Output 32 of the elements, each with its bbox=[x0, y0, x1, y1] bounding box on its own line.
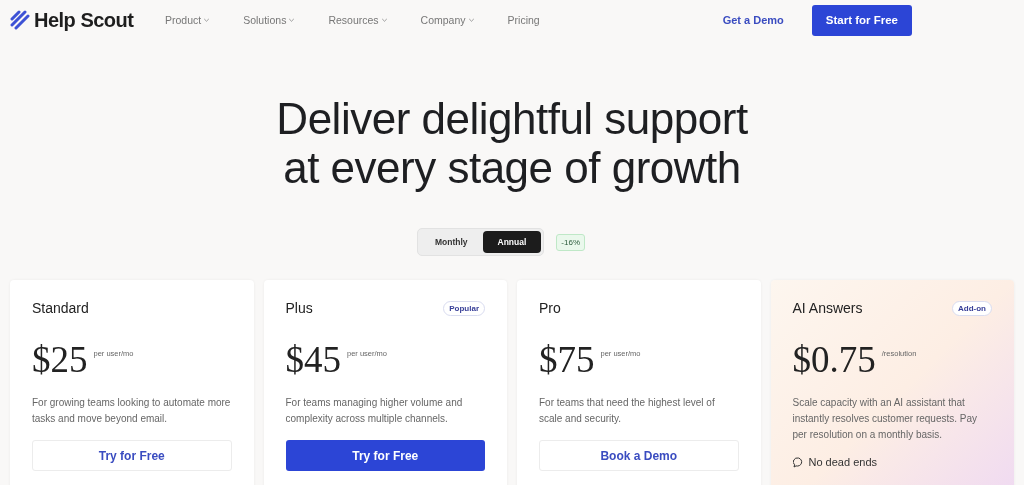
feature-text: No dead ends bbox=[808, 456, 877, 468]
start-button[interactable]: Start for Free bbox=[811, 4, 912, 36]
plan-name: Standard bbox=[32, 300, 89, 316]
billing-option[interactable]: Monthly bbox=[419, 231, 483, 253]
plan-price: $25 bbox=[32, 340, 88, 380]
plan-name: Pro bbox=[539, 300, 561, 316]
nav-item[interactable]: Pricing bbox=[507, 14, 540, 26]
cta-button[interactable]: Book a Demo bbox=[539, 440, 739, 471]
plan-badge: Add-on bbox=[952, 300, 992, 316]
chat-bubble-icon bbox=[792, 456, 804, 468]
nav-item[interactable]: Resources bbox=[328, 14, 387, 26]
plan-description: Scale capacity with an AI assistant that instantly resolves customer requests. Pay per resolution on a monthly basis. bbox=[792, 396, 979, 442]
plan-description: For teams that need the highest level of scale and security. bbox=[539, 396, 716, 426]
discount-badge: -16% bbox=[556, 233, 586, 251]
plan-price: $75 bbox=[539, 340, 595, 380]
nav-item[interactable]: Company bbox=[420, 14, 474, 26]
nav-item[interactable]: Solutions bbox=[243, 14, 295, 26]
brand-name[interactable]: Help Scout bbox=[34, 8, 134, 32]
plan-price: $0.75 bbox=[792, 340, 876, 380]
plan-description: For teams managing higher volume and complexity across multiple channels. bbox=[285, 396, 464, 426]
plan-name: AI Answers bbox=[792, 300, 863, 316]
plan-price: $45 bbox=[285, 340, 341, 380]
plan-name: Plus bbox=[285, 300, 313, 316]
logo-icon bbox=[10, 10, 30, 30]
plan-description: For growing teams looking to automate more tasks and move beyond email. bbox=[32, 396, 232, 426]
nav-item[interactable]: Product bbox=[165, 14, 210, 26]
billing-option[interactable]: Annual bbox=[482, 231, 542, 253]
cta-button[interactable]: Try for Free bbox=[32, 440, 232, 471]
plan-badge: Popular bbox=[443, 300, 485, 316]
cta-button[interactable]: Try for Free bbox=[285, 440, 485, 471]
demo-link[interactable]: Get a Demo bbox=[722, 14, 784, 26]
hero-title: Deliver delightful support at every stage of growth bbox=[276, 94, 748, 192]
